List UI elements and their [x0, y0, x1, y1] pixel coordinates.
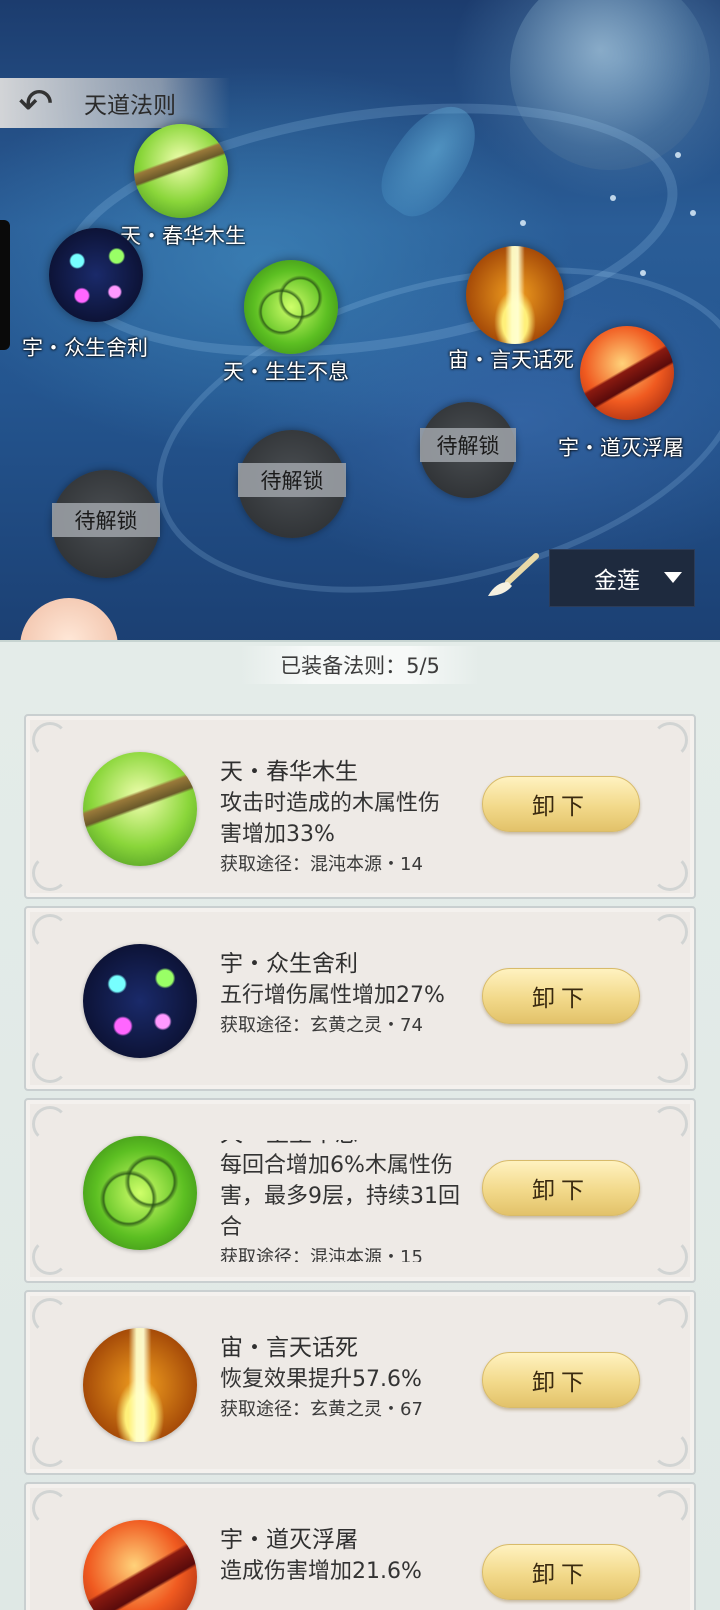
- card-desc: 造成伤害增加21.6%: [220, 1559, 422, 1584]
- equipped-count: 已装备法则：5/5: [240, 646, 480, 684]
- card-source: 获取途径：混沌本源・14: [220, 854, 423, 875]
- light-pillar-icon: [83, 1328, 197, 1442]
- rule-node-chunhua[interactable]: [134, 124, 228, 218]
- star-decoration: [520, 220, 526, 226]
- star-decoration: [610, 195, 616, 201]
- rule-node-yantian[interactable]: [466, 246, 564, 344]
- rule-node-label: 宇・众生舍利: [22, 336, 148, 360]
- skin-select-value: 金莲: [594, 568, 640, 594]
- unequip-button[interactable]: 卸下: [482, 1544, 640, 1600]
- card-source: 获取途径：玄黄之灵・74: [220, 1015, 423, 1036]
- rule-node-zhongsheng[interactable]: [49, 228, 143, 322]
- fire-blade-icon: [83, 1520, 197, 1610]
- equipped-card: 宇・众生舍利 五行增伤属性增加27% 获取途径：玄黄之灵・74 卸下: [24, 906, 696, 1091]
- equipped-card: 天・生生不息 每回合增加6%木属性伤害，最多9层，持续31回合 获取途径：混沌本…: [24, 1098, 696, 1283]
- equipped-list[interactable]: 天・春华木生 攻击时造成的木属性伤害增加33% 获取途径：混沌本源・14 卸下 …: [24, 714, 696, 1610]
- skin-select[interactable]: 金莲: [549, 549, 695, 607]
- card-desc: 每回合增加6%木属性伤害，最多9层，持续31回合: [220, 1153, 460, 1240]
- title-bar: ↶ 天道法则: [0, 78, 230, 128]
- rule-node-label: 宙・言天话死: [448, 348, 574, 372]
- card-name: 天・春华木生: [220, 759, 358, 785]
- paintbrush-icon[interactable]: [482, 552, 542, 600]
- card-source: 获取途径：玄黄之灵・67: [220, 1399, 423, 1420]
- unequip-button[interactable]: 卸下: [482, 1160, 640, 1216]
- locked-node-label: 待解锁: [238, 463, 346, 497]
- unequip-button[interactable]: 卸下: [482, 1352, 640, 1408]
- rule-node-shengsheng[interactable]: [244, 260, 338, 354]
- vine-icon: [83, 1136, 197, 1250]
- star-decoration: [690, 210, 696, 216]
- spirit-orbs-icon: [83, 944, 197, 1058]
- chevron-down-icon: [664, 572, 682, 583]
- rule-node-daomie[interactable]: [580, 326, 674, 420]
- panel-header: 已装备法则：5/5: [0, 640, 720, 690]
- star-decoration: [640, 270, 646, 276]
- equipped-card: 宇・道灭浮屠 造成伤害增加21.6% 卸下: [24, 1482, 696, 1610]
- unequip-button[interactable]: 卸下: [482, 776, 640, 832]
- card-name: 宇・众生舍利: [220, 951, 358, 977]
- back-arrow-icon[interactable]: ↶: [0, 78, 72, 128]
- wood-spike-icon: [83, 752, 197, 866]
- card-name: 天・生生不息: [220, 1140, 460, 1150]
- rule-node-label: 天・春华木生: [120, 224, 246, 248]
- card-desc: 攻击时造成的木属性伤害增加33%: [220, 791, 441, 847]
- card-desc: 五行增伤属性增加27%: [220, 983, 445, 1008]
- star-decoration: [675, 152, 681, 158]
- rule-node-label: 天・生生不息: [223, 360, 349, 384]
- unequip-button[interactable]: 卸下: [482, 968, 640, 1024]
- equipped-card: 天・春华木生 攻击时造成的木属性伤害增加33% 获取途径：混沌本源・14 卸下: [24, 714, 696, 899]
- card-name: 宙・言天话死: [220, 1335, 358, 1361]
- rule-node-label: 宇・道灭浮屠: [558, 436, 684, 460]
- locked-node-label: 待解锁: [52, 503, 160, 537]
- side-tab[interactable]: [0, 220, 10, 350]
- page-title: 天道法则: [84, 93, 176, 119]
- locked-node-label: 待解锁: [420, 428, 516, 462]
- equipped-card: 宙・言天话死 恢复效果提升57.6% 获取途径：玄黄之灵・67 卸下: [24, 1290, 696, 1475]
- card-name: 宇・道灭浮屠: [220, 1527, 358, 1553]
- card-source: 获取途径：混沌本源・15: [220, 1247, 423, 1262]
- card-desc: 恢复效果提升57.6%: [220, 1367, 422, 1392]
